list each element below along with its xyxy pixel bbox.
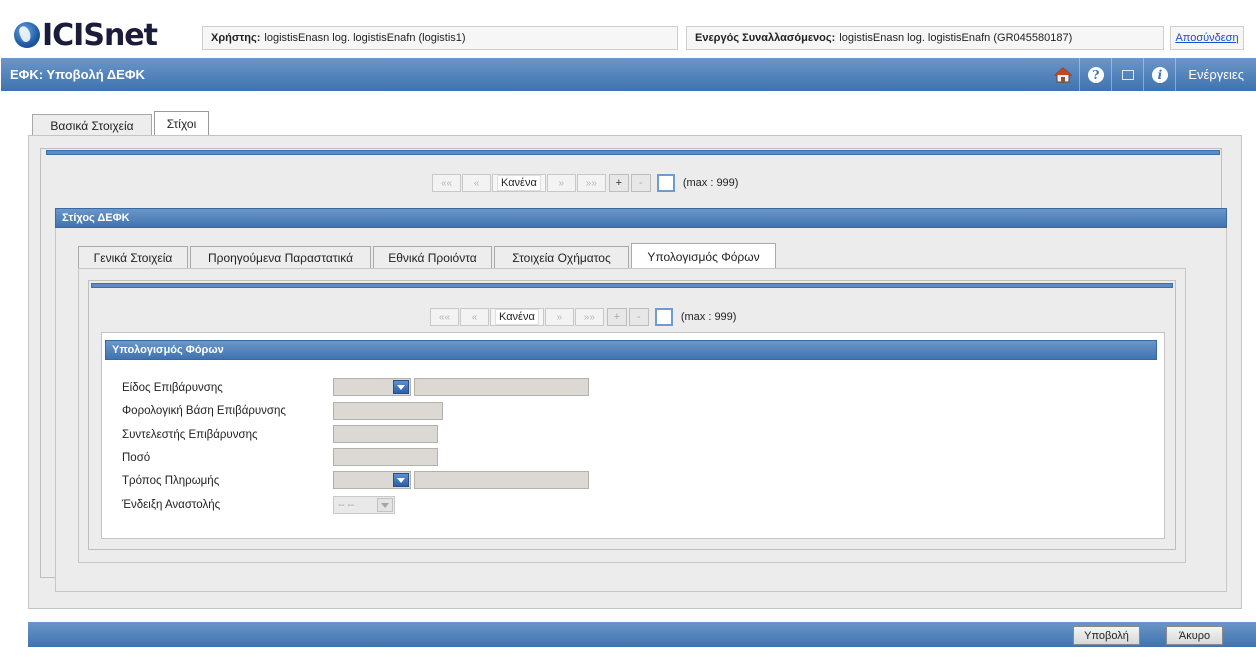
logout-box: Αποσύνδεση [1170,26,1244,50]
first-page-button[interactable]: «« [432,174,461,192]
line-number-input[interactable] [656,174,675,192]
amount-field[interactable] [333,448,438,466]
remove-line-button[interactable]: - [630,174,651,192]
charge-type-label: Είδος Επιβάρυνσης [122,382,223,394]
window-icon[interactable] [1111,58,1143,91]
payment-method-label: Τρόπος Πληρωμής [122,475,220,487]
submit-button[interactable]: Υποβολή [1073,626,1140,645]
info-icon[interactable]: i [1143,58,1175,91]
charge-rate-label: Συντελεστής Επιβάρυνσης [122,429,258,441]
tab-tax-calculation[interactable]: Υπολογισμός Φόρων [631,243,776,269]
tab-previous-documents[interactable]: Προηγούμενα Παραστατικά [190,246,371,268]
logout-link[interactable]: Αποσύνδεση [1175,32,1238,44]
page-title: ΕΦΚ: Υποβολή ΔΕΦΚ [10,67,145,82]
last-page-button[interactable]: »» [574,308,604,326]
tab-basic-info[interactable]: Βασικά Στοιχεία [32,114,152,136]
actions-menu[interactable]: Ενέργειες [1175,58,1256,91]
chevron-down-icon [377,498,393,512]
pager-value-text: Κανένα [497,175,541,191]
suspension-label: Ένδειξη Αναστολής [122,499,221,511]
tax-pager: «« « Κανένα » »» + - (max : 999) [430,308,736,326]
next-page-button[interactable]: » [544,308,574,326]
tax-base-field[interactable] [333,402,443,420]
icisnet-logo: ICISnet [14,17,194,53]
footer-bar [28,622,1256,647]
payment-method-select[interactable] [333,471,411,489]
trader-info: Ενεργός Συναλλασόμενος: logistisEnasn lo… [686,26,1164,50]
home-icon[interactable] [1047,58,1079,91]
suspension-select[interactable]: -- -- [333,496,395,514]
section-defk-header: Στίχος ΔΕΦΚ [55,208,1227,228]
charge-rate-field[interactable] [333,425,438,443]
chevron-down-icon [393,473,409,487]
charge-type-select[interactable] [333,378,411,396]
prev-page-button[interactable]: « [462,174,491,192]
amount-label: Ποσό [122,452,151,464]
charge-type-description [414,378,589,396]
prev-page-button[interactable]: « [460,308,489,326]
pager-value: Κανένα [492,174,546,192]
user-label: Χρήστης: [211,32,261,44]
tab-general-info[interactable]: Γενικά Στοιχεία [78,246,188,268]
first-page-button[interactable]: «« [430,308,459,326]
tax-base-label: Φορολογική Βάση Επιβάρυνσης [122,405,286,417]
title-icons: ? i Ενέργειες [1047,58,1256,91]
user-info: Χρήστης: logistisEnasn log. logistisEnaf… [202,26,678,50]
trader-value: logistisEnasn log. logistisEnafn (GR0455… [839,32,1073,44]
section-tax-header: Υπολογισμός Φόρων [105,340,1157,360]
title-bar: ΕΦΚ: Υποβολή ΔΕΦΚ ? i Ενέργειες [1,58,1256,91]
trader-label: Ενεργός Συναλλασόμενος: [695,32,836,44]
cancel-button[interactable]: Άκυρο [1166,626,1223,645]
max-label: (max : 999) [680,311,737,323]
globe-icon [14,22,40,48]
next-page-button[interactable]: » [546,174,576,192]
last-page-button[interactable]: »» [576,174,606,192]
tab-vehicle-info[interactable]: Στοιχεία Οχήματος [494,246,629,268]
pager-value: Κανένα [490,308,544,326]
lines-pager: «« « Κανένα » »» + - (max : 999) [432,174,738,192]
tax-number-input[interactable] [654,308,673,326]
add-line-button[interactable]: + [608,174,629,192]
remove-tax-button[interactable]: - [628,308,649,326]
tab-lines[interactable]: Στίχοι [154,111,209,136]
suspension-value: -- -- [338,499,355,511]
tax-calculation-panel [101,332,1165,539]
max-label: (max : 999) [682,177,739,189]
add-tax-button[interactable]: + [606,308,627,326]
user-value: logistisEnasn log. logistisEnafn (logist… [264,32,466,44]
divider [91,283,1173,288]
help-icon[interactable]: ? [1079,58,1111,91]
divider [46,150,1220,155]
tab-national-products[interactable]: Εθνικά Προιόντα [373,246,492,268]
pager-value-text: Κανένα [495,309,539,325]
logo-text: ICISnet [42,17,158,53]
payment-method-description [414,471,589,489]
chevron-down-icon [393,380,409,394]
